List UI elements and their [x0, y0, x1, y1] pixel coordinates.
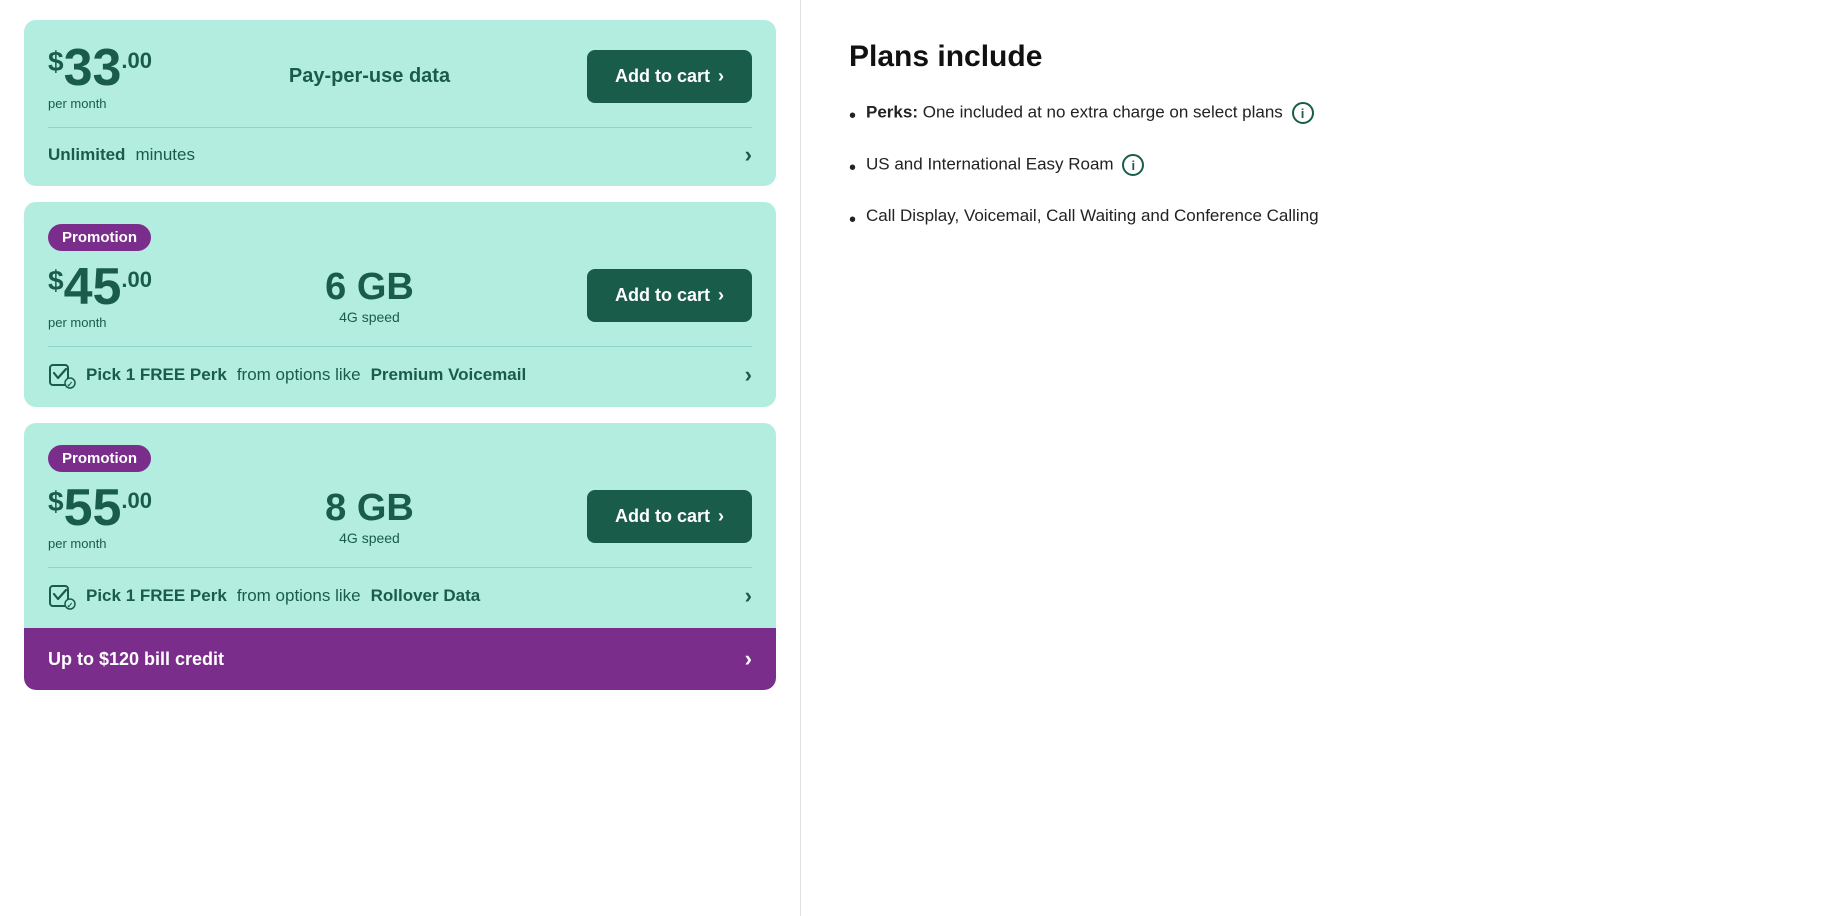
promotion-badge-45: Promotion [48, 224, 752, 261]
roam-label: US and International Easy Roam [866, 155, 1114, 174]
bottom-chevron-55: › [745, 583, 752, 609]
add-to-cart-label-55: Add to cart [615, 506, 710, 527]
data-label-33: Pay-per-use data [289, 65, 450, 88]
chevron-right-icon-45: › [718, 285, 724, 306]
calling-text: Call Display, Voicemail, Call Waiting an… [866, 206, 1319, 226]
card-top-45: $ 45 .00 per month 6 GB 4G speed Add to … [48, 261, 752, 330]
price-line-33: $ 33 .00 [48, 42, 152, 94]
price-amount-55: 55 [64, 482, 122, 534]
bottom-chevron-33: › [745, 142, 752, 168]
right-panel: Plans include • Perks: One included at n… [800, 0, 1845, 916]
card-bottom-33[interactable]: Unlimited minutes › [24, 128, 776, 186]
price-amount-45: 45 [64, 261, 122, 313]
data-amount-45: 6 GB [325, 266, 414, 309]
price-line-45: $ 45 .00 [48, 261, 152, 313]
price-dollar-55: $ [48, 486, 64, 518]
perk-highlight-45: Premium Voicemail [371, 365, 527, 385]
price-period-33: per month [48, 96, 152, 111]
price-block-33: $ 33 .00 per month [48, 42, 152, 111]
card-top-33: $ 33 .00 per month Pay-per-use data Add … [48, 42, 752, 111]
data-block-55: 8 GB 4G speed [325, 487, 414, 546]
perks-text: Perks: One included at no extra charge o… [866, 102, 1314, 124]
add-to-cart-button-55[interactable]: Add to cart › [587, 490, 752, 543]
bill-credit-chevron-icon: › [745, 646, 752, 672]
card-main-45: Promotion $ 45 .00 per month 6 GB 4G spe… [24, 202, 776, 347]
price-dollar-33: $ [48, 46, 64, 78]
price-cents-33: .00 [121, 48, 152, 74]
plan-card-55: Promotion $ 55 .00 per month 8 GB 4G spe… [24, 423, 776, 690]
perk-bold-55: Pick 1 FREE Perk [86, 586, 227, 606]
perks-rest: One included at no extra charge on selec… [923, 103, 1283, 122]
bullet-3: • [849, 206, 856, 234]
perk-icon-45: ✓ [48, 361, 76, 389]
add-to-cart-label-45: Add to cart [615, 285, 710, 306]
perk-bold-45: Pick 1 FREE Perk [86, 365, 227, 385]
plans-include-title: Plans include [849, 40, 1797, 74]
perk-icon-55: ✓ [48, 582, 76, 610]
add-to-cart-button-45[interactable]: Add to cart › [587, 269, 752, 322]
plans-include-item-perks: • Perks: One included at no extra charge… [849, 102, 1797, 130]
svg-text:✓: ✓ [67, 380, 74, 389]
roam-info-icon[interactable]: i [1122, 154, 1144, 176]
left-panel: $ 33 .00 per month Pay-per-use data Add … [0, 0, 800, 916]
svg-text:✓: ✓ [67, 601, 74, 610]
plan-card-45: Promotion $ 45 .00 per month 6 GB 4G spe… [24, 202, 776, 407]
bottom-text-45: ✓ Pick 1 FREE Perk from options like Pre… [48, 361, 526, 389]
price-block-55: $ 55 .00 per month [48, 482, 152, 551]
bill-credit-text: Up to $120 bill credit [48, 649, 224, 670]
perks-bold: Perks: [866, 103, 918, 122]
perk-highlight-55: Rollover Data [371, 586, 481, 606]
price-period-55: per month [48, 536, 152, 551]
data-block-45: 6 GB 4G speed [325, 266, 414, 325]
price-block-45: $ 45 .00 per month [48, 261, 152, 330]
data-speed-55: 4G speed [339, 530, 400, 546]
price-amount-33: 33 [64, 42, 122, 94]
bottom-chevron-45: › [745, 362, 752, 388]
chevron-right-icon-55: › [718, 506, 724, 527]
add-to-cart-button-33[interactable]: Add to cart › [587, 50, 752, 103]
roam-text: US and International Easy Roam i [866, 154, 1144, 176]
bottom-text-33: Unlimited minutes [48, 145, 195, 165]
promotion-label-55: Promotion [48, 445, 151, 472]
card-top-55: $ 55 .00 per month 8 GB 4G speed Add to … [48, 482, 752, 551]
data-speed-45: 4G speed [339, 309, 400, 325]
price-period-45: per month [48, 315, 152, 330]
chevron-right-icon: › [718, 66, 724, 87]
card-main-33: $ 33 .00 per month Pay-per-use data Add … [24, 20, 776, 128]
card-bottom-55[interactable]: ✓ Pick 1 FREE Perk from options like Rol… [24, 568, 776, 628]
bottom-text-55: ✓ Pick 1 FREE Perk from options like Rol… [48, 582, 480, 610]
price-cents-45: .00 [121, 267, 152, 293]
perk-middle-55: from options like [237, 586, 361, 606]
pay-per-use-text: Pay-per-use data [289, 65, 450, 88]
unlimited-label: Unlimited [48, 145, 125, 165]
bullet-2: • [849, 154, 856, 182]
plans-include-item-roam: • US and International Easy Roam i [849, 154, 1797, 182]
price-line-55: $ 55 .00 [48, 482, 152, 534]
promotion-badge-55: Promotion [48, 445, 752, 482]
add-to-cart-label-33: Add to cart [615, 66, 710, 87]
promotion-label-45: Promotion [48, 224, 151, 251]
price-dollar-45: $ [48, 265, 64, 297]
minutes-label: minutes [135, 145, 195, 165]
perks-info-icon[interactable]: i [1292, 102, 1314, 124]
bullet-1: • [849, 102, 856, 130]
bill-credit-banner[interactable]: Up to $120 bill credit › [24, 628, 776, 690]
plans-include-list: • Perks: One included at no extra charge… [849, 102, 1797, 234]
perk-middle-45: from options like [237, 365, 361, 385]
plan-card-33: $ 33 .00 per month Pay-per-use data Add … [24, 20, 776, 186]
data-amount-55: 8 GB [325, 487, 414, 530]
plans-include-item-calling: • Call Display, Voicemail, Call Waiting … [849, 206, 1797, 234]
price-cents-55: .00 [121, 488, 152, 514]
card-main-55: Promotion $ 55 .00 per month 8 GB 4G spe… [24, 423, 776, 568]
card-bottom-45[interactable]: ✓ Pick 1 FREE Perk from options like Pre… [24, 347, 776, 407]
